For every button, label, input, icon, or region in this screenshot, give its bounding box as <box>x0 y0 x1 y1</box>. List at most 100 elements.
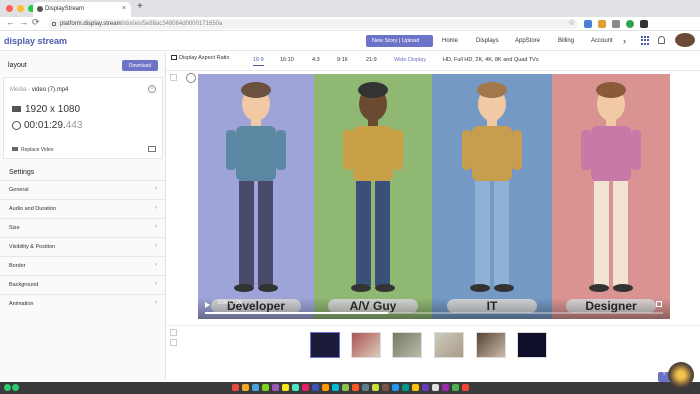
dock-app-icon[interactable] <box>412 384 419 391</box>
reload-button[interactable]: ⟳ <box>32 17 40 28</box>
media-filename: video (7).mp4 <box>31 87 69 93</box>
bookmark-star-icon[interactable]: ☆ <box>568 18 575 27</box>
dock-app-icon[interactable] <box>352 384 359 391</box>
dock-app-icon[interactable] <box>442 384 449 391</box>
dock-app-icon[interactable] <box>302 384 309 391</box>
video-panel: Developer <box>198 74 314 319</box>
dock-app-icon[interactable] <box>242 384 249 391</box>
thumbnail-checkbox[interactable] <box>170 339 177 346</box>
chevron-right-icon: › <box>155 205 157 211</box>
play-icon[interactable] <box>205 302 210 308</box>
thumbnail-item[interactable] <box>517 332 547 358</box>
canvas-play-icon[interactable] <box>186 73 196 83</box>
window-controls <box>6 5 35 12</box>
dock-status-icon[interactable] <box>12 384 19 391</box>
extension-icon[interactable] <box>612 20 620 28</box>
aspect-label: Display Aspect Ratio <box>179 55 230 61</box>
settings-item[interactable]: Audio and Duration › <box>0 199 165 218</box>
dock-app-icon[interactable] <box>372 384 379 391</box>
dock-app-icon[interactable] <box>392 384 399 391</box>
dock-app-icon[interactable] <box>232 384 239 391</box>
wide-display-option[interactable]: Wide Display <box>394 57 426 63</box>
back-button[interactable]: ← <box>6 17 15 27</box>
settings-item[interactable]: Visibility & Position › <box>0 237 165 256</box>
dock-app-icon[interactable] <box>312 384 319 391</box>
nav-more-chevron-icon[interactable]: › <box>623 36 626 46</box>
chevron-right-icon: › <box>155 186 157 192</box>
minimize-window-button[interactable] <box>17 5 24 12</box>
thumbnail-item[interactable] <box>476 332 506 358</box>
image-icon[interactable] <box>148 146 156 152</box>
nav-account[interactable]: Account <box>591 38 613 44</box>
thumbnail-divider <box>166 325 700 326</box>
thumbnail-item[interactable] <box>310 332 340 358</box>
dock-app-icon[interactable] <box>382 384 389 391</box>
media-label: Media - video (7).mp4 <box>10 87 68 93</box>
settings-item[interactable]: Background › <box>0 275 165 294</box>
dock-status-icon[interactable] <box>4 384 11 391</box>
app-logo[interactable]: display stream <box>4 36 67 46</box>
video-controls: 0:36 / 1:29 <box>198 298 670 319</box>
thumbnail-item[interactable] <box>434 332 464 358</box>
dock-app-icon[interactable] <box>432 384 439 391</box>
extension-icon[interactable] <box>584 20 592 28</box>
dock-app-icon[interactable] <box>452 384 459 391</box>
clock-icon <box>12 120 21 130</box>
ratio-16-10[interactable]: 16:10 <box>280 57 294 63</box>
dock-app-icon[interactable] <box>422 384 429 391</box>
dock-app-icon[interactable] <box>362 384 369 391</box>
apps-grid-icon[interactable] <box>641 36 650 45</box>
thumbnail-item[interactable] <box>351 332 381 358</box>
dock-app-icon[interactable] <box>292 384 299 391</box>
media-remove-icon[interactable]: × <box>148 85 156 93</box>
aspect-ratio-toolbar: Display Aspect Ratio <box>171 55 229 67</box>
download-button[interactable]: Download <box>122 60 158 71</box>
forward-button[interactable]: → <box>19 17 28 27</box>
select-checkbox[interactable] <box>170 74 177 81</box>
ratio-4-3[interactable]: 4:3 <box>312 57 320 63</box>
fullscreen-icon[interactable] <box>656 301 662 307</box>
ratio-21-9[interactable]: 21:9 <box>366 57 377 63</box>
settings-item[interactable]: Animation › <box>0 294 165 313</box>
browser-tab[interactable]: DisplayStream × <box>33 2 131 17</box>
close-window-button[interactable] <box>6 5 13 12</box>
progress-fill <box>205 312 389 314</box>
video-progress-bar[interactable] <box>205 312 663 314</box>
extension-icon[interactable] <box>640 20 648 28</box>
dock-app-icon[interactable] <box>322 384 329 391</box>
dock-app-icon[interactable] <box>402 384 409 391</box>
ratio-9-16[interactable]: 9:16 <box>337 57 348 63</box>
extension-icon[interactable] <box>598 20 606 28</box>
dock-app-icon[interactable] <box>282 384 289 391</box>
dock-app-icon[interactable] <box>342 384 349 391</box>
webcam-bubble <box>668 362 694 388</box>
thumbnail-checkbox[interactable] <box>170 329 177 336</box>
new-story-upload-button[interactable]: New Story | Upload <box>366 35 433 47</box>
user-avatar[interactable] <box>675 33 695 47</box>
video-duration: 00:01:29.443 <box>12 120 82 131</box>
dock-app-icon[interactable] <box>252 384 259 391</box>
settings-item[interactable]: Size › <box>0 218 165 237</box>
settings-item[interactable]: Border › <box>0 256 165 275</box>
replace-video-link[interactable]: Replace Video <box>12 147 53 153</box>
nav-billing[interactable]: Billing <box>558 38 574 44</box>
duration-ms: 443 <box>65 120 83 131</box>
extension-icon[interactable] <box>626 20 634 28</box>
nav-home[interactable]: Home <box>442 38 458 44</box>
chevron-right-icon: › <box>155 243 157 249</box>
notification-bell-icon[interactable] <box>658 36 665 44</box>
dock-app-icon[interactable] <box>462 384 469 391</box>
nav-displays[interactable]: Displays <box>476 38 499 44</box>
dock-app-icon[interactable] <box>272 384 279 391</box>
settings-item[interactable]: General › <box>0 180 165 199</box>
tab-close-icon[interactable]: × <box>122 5 126 12</box>
new-tab-button[interactable]: + <box>137 1 143 12</box>
url-field[interactable]: platform.display.stream/stories/5e88ac34… <box>48 19 578 29</box>
thumbnail-item[interactable] <box>392 332 422 358</box>
nav-appstore[interactable]: AppStore <box>515 38 540 44</box>
ratio-16-9[interactable]: 16:9 <box>253 57 264 66</box>
dock-app-icon[interactable] <box>262 384 269 391</box>
toolbar-divider <box>166 70 700 71</box>
dock-app-icon[interactable] <box>332 384 339 391</box>
video-canvas[interactable]: DeveloperA/V GuyITDesigner 0:36 / 1:29 <box>198 74 670 319</box>
